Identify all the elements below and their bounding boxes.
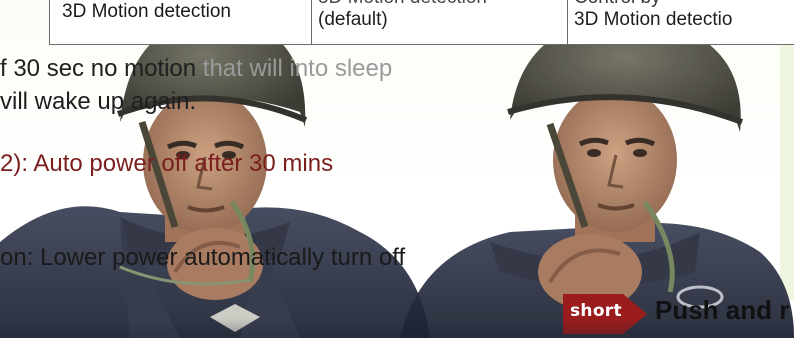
- sleep-description-part2: that will into sleep: [196, 55, 393, 82]
- sleep-description-line: f 30 sec no motion that will into sleep: [0, 55, 392, 83]
- lower-power-line: on: Lower power automatically turn off: [0, 244, 406, 271]
- table-cell-default-line1: 3D Motion detection: [318, 0, 561, 9]
- motion-settings-table: 3D Motion detection 3D Motion detection …: [49, 0, 794, 45]
- table-cell-mode: 3D Motion detection: [50, 0, 312, 44]
- soldier-photo-left: [0, 42, 430, 338]
- wake-up-line: vill wake up again.: [0, 88, 197, 115]
- sleep-description-part1: f 30 sec no motion: [0, 55, 197, 82]
- table-cell-control-line1: Control by: [574, 0, 794, 9]
- table-cell-default: 3D Motion detection (default): [312, 0, 568, 44]
- table-cell-default-line2: (default): [318, 9, 388, 30]
- table-cell-control: Control by 3D Motion detectio: [568, 0, 794, 44]
- photo-bottom-shadow: [0, 318, 794, 338]
- table-cell-control-line2: 3D Motion detectio: [574, 9, 733, 30]
- auto-power-off-line: 2): Auto power off after 30 mins: [0, 150, 334, 177]
- table-cell-mode-text: 3D Motion detection: [62, 1, 231, 22]
